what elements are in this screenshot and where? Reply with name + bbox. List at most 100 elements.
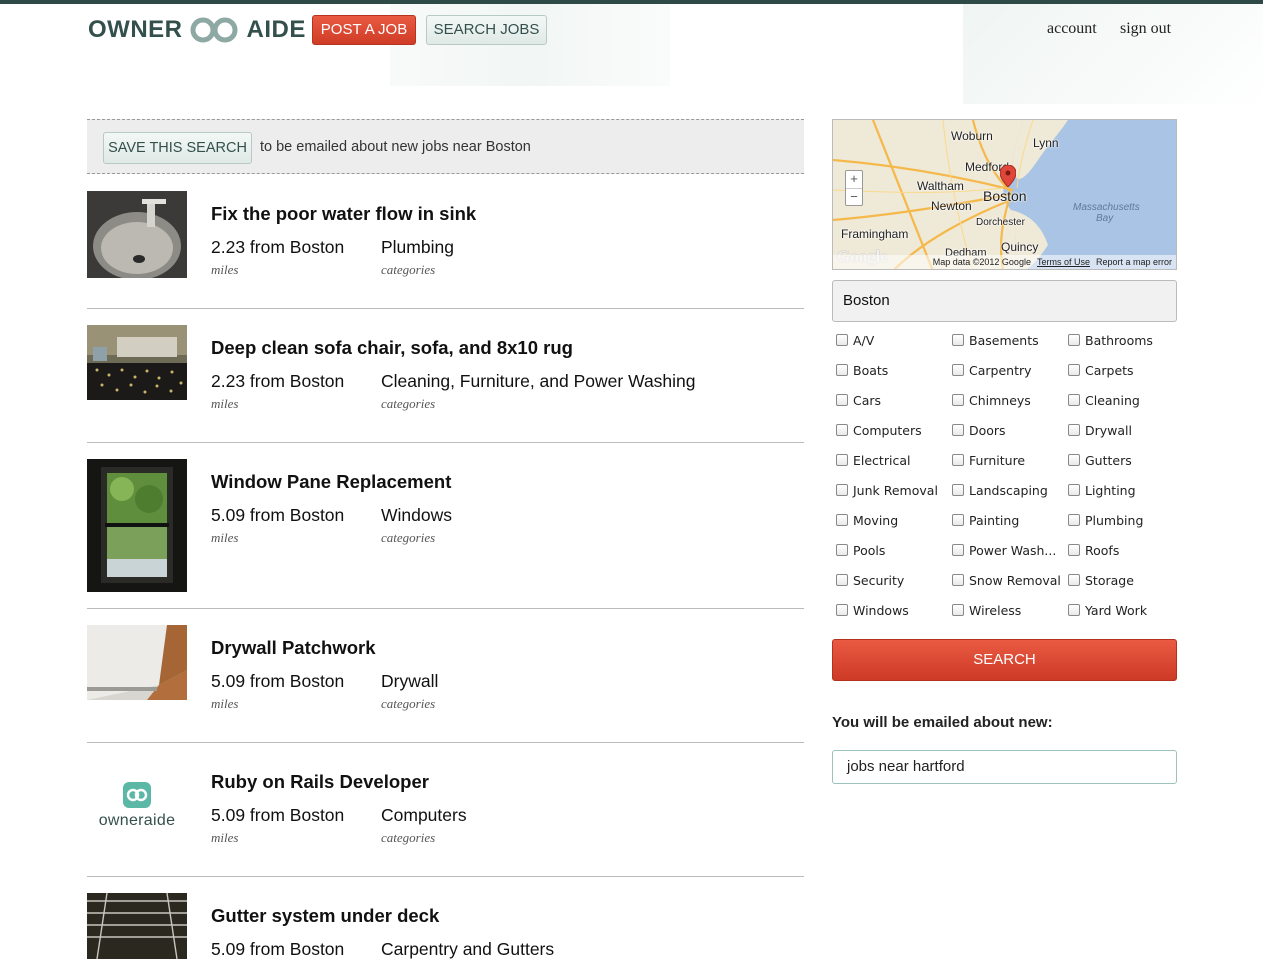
category-checkbox[interactable]: A/V xyxy=(836,330,874,350)
job-listing[interactable]: Drywall Patchwork 5.09 from Boston miles… xyxy=(87,625,804,715)
map-label-quincy: Quincy xyxy=(1001,240,1039,254)
checkbox-box[interactable] xyxy=(1068,484,1080,496)
checkbox-box[interactable] xyxy=(952,454,964,466)
map-label-framingham: Framingham xyxy=(841,227,909,241)
category-checkbox[interactable]: Electrical xyxy=(836,450,910,470)
site-logo[interactable]: OWNER AIDE xyxy=(88,14,306,46)
category-checkbox[interactable]: Cars xyxy=(836,390,881,410)
job-thumbnail-deck[interactable] xyxy=(87,893,187,959)
map-zoom-control: + − xyxy=(845,170,863,206)
checkbox-box[interactable] xyxy=(836,544,848,556)
category-checkbox[interactable]: Carpentry xyxy=(952,360,1032,380)
checkbox-box[interactable] xyxy=(1068,334,1080,346)
job-listing[interactable]: Window Pane Replacement 5.09 from Boston… xyxy=(87,459,804,592)
job-categories-label: categories xyxy=(381,696,436,711)
category-checkbox[interactable]: Cleaning xyxy=(1068,390,1140,410)
category-checkbox[interactable]: Painting xyxy=(952,510,1019,530)
checkbox-box[interactable] xyxy=(952,604,964,616)
category-checkbox[interactable]: Computers xyxy=(836,420,922,440)
checkbox-box[interactable] xyxy=(1068,364,1080,376)
account-link[interactable]: account xyxy=(1047,20,1097,38)
category-checkbox[interactable]: Snow Removal xyxy=(952,570,1061,590)
category-checkbox[interactable]: Bathrooms xyxy=(1068,330,1153,350)
job-title[interactable]: Ruby on Rails Developer xyxy=(211,771,429,793)
checkbox-box[interactable] xyxy=(952,424,964,436)
category-checkbox[interactable]: Carpets xyxy=(1068,360,1134,380)
checkbox-box[interactable] xyxy=(836,604,848,616)
checkbox-box[interactable] xyxy=(952,334,964,346)
checkbox-box[interactable] xyxy=(1068,454,1080,466)
category-checkbox[interactable]: Lighting xyxy=(1068,480,1136,500)
sign-out-link[interactable]: sign out xyxy=(1120,20,1171,38)
category-checkbox[interactable]: Security xyxy=(836,570,904,590)
category-checkbox[interactable]: Basements xyxy=(952,330,1039,350)
checkbox-box[interactable] xyxy=(952,574,964,586)
job-listing[interactable]: Deep clean sofa chair, sofa, and 8x10 ru… xyxy=(87,325,804,415)
job-title[interactable]: Drywall Patchwork xyxy=(211,637,376,659)
category-checkbox[interactable]: Plumbing xyxy=(1068,510,1143,530)
location-input[interactable]: Boston xyxy=(832,280,1177,322)
map-zoom-out-button[interactable]: − xyxy=(846,188,862,205)
job-thumbnail-window[interactable] xyxy=(87,459,187,592)
checkbox-box[interactable] xyxy=(1068,514,1080,526)
category-checkbox[interactable]: Storage xyxy=(1068,570,1134,590)
job-thumbnail-drywall[interactable] xyxy=(87,625,187,700)
checkbox-box[interactable] xyxy=(1068,394,1080,406)
category-checkbox[interactable]: Windows xyxy=(836,600,909,620)
map-label-bay: Bay xyxy=(1096,213,1114,224)
checkbox-box[interactable] xyxy=(1068,544,1080,556)
category-checkbox[interactable]: Roofs xyxy=(1068,540,1119,560)
job-thumbnail-owneraide-logo[interactable]: owneraide xyxy=(87,759,187,839)
category-checkbox[interactable]: Furniture xyxy=(952,450,1025,470)
job-title[interactable]: Deep clean sofa chair, sofa, and 8x10 ru… xyxy=(211,337,573,359)
category-checkbox[interactable]: Moving xyxy=(836,510,898,530)
category-checkbox-label: Storage xyxy=(1085,572,1134,588)
job-thumbnail-sink[interactable] xyxy=(87,191,187,278)
checkbox-box[interactable] xyxy=(836,334,848,346)
category-checkbox[interactable]: Power Wash... xyxy=(952,540,1056,560)
job-listing[interactable]: owneraide Ruby on Rails Developer 5.09 f… xyxy=(87,759,804,849)
checkbox-box[interactable] xyxy=(836,364,848,376)
checkbox-box[interactable] xyxy=(952,544,964,556)
checkbox-box[interactable] xyxy=(836,484,848,496)
save-this-search-button[interactable]: SAVE THIS SEARCH xyxy=(103,132,252,164)
job-listing[interactable]: Gutter system under deck 5.09 from Bosto… xyxy=(87,893,804,959)
job-thumbnail-living-room[interactable] xyxy=(87,325,187,400)
category-checkbox[interactable]: Junk Removal xyxy=(836,480,938,500)
map-report-error-link[interactable]: Report a map error xyxy=(1096,257,1172,267)
search-button[interactable]: SEARCH xyxy=(832,639,1177,681)
job-title[interactable]: Window Pane Replacement xyxy=(211,471,451,493)
location-map[interactable]: Woburn Lynn Medford Waltham Boston Newto… xyxy=(832,119,1177,270)
checkbox-box[interactable] xyxy=(952,394,964,406)
checkbox-box[interactable] xyxy=(836,574,848,586)
checkbox-box[interactable] xyxy=(952,484,964,496)
search-jobs-button[interactable]: SEARCH JOBS xyxy=(426,15,547,45)
category-checkbox[interactable]: Chimneys xyxy=(952,390,1031,410)
email-alert-input[interactable]: jobs near hartford xyxy=(832,750,1177,784)
category-checkbox[interactable]: Wireless xyxy=(952,600,1021,620)
checkbox-box[interactable] xyxy=(1068,424,1080,436)
category-checkbox[interactable]: Drywall xyxy=(1068,420,1132,440)
checkbox-box[interactable] xyxy=(1068,574,1080,586)
map-terms-link[interactable]: Terms of Use xyxy=(1037,257,1090,267)
checkbox-box[interactable] xyxy=(836,394,848,406)
category-checkbox[interactable]: Boats xyxy=(836,360,888,380)
checkbox-box[interactable] xyxy=(836,514,848,526)
job-title[interactable]: Fix the poor water flow in sink xyxy=(211,203,476,225)
checkbox-box[interactable] xyxy=(1068,604,1080,616)
owneraide-logo-icon xyxy=(123,782,151,808)
checkbox-box[interactable] xyxy=(952,364,964,376)
category-checkbox[interactable]: Doors xyxy=(952,420,1006,440)
category-checkbox[interactable]: Yard Work xyxy=(1068,600,1147,620)
category-checkbox[interactable]: Pools xyxy=(836,540,885,560)
category-checkbox[interactable]: Gutters xyxy=(1068,450,1132,470)
checkbox-box[interactable] xyxy=(952,514,964,526)
map-zoom-in-button[interactable]: + xyxy=(846,171,862,188)
map-marker-icon[interactable] xyxy=(1000,165,1016,187)
job-listing[interactable]: Fix the poor water flow in sink 2.23 fro… xyxy=(87,191,804,281)
category-checkbox[interactable]: Landscaping xyxy=(952,480,1048,500)
checkbox-box[interactable] xyxy=(836,454,848,466)
post-a-job-button[interactable]: POST A JOB xyxy=(312,15,416,45)
checkbox-box[interactable] xyxy=(836,424,848,436)
job-title[interactable]: Gutter system under deck xyxy=(211,905,439,927)
